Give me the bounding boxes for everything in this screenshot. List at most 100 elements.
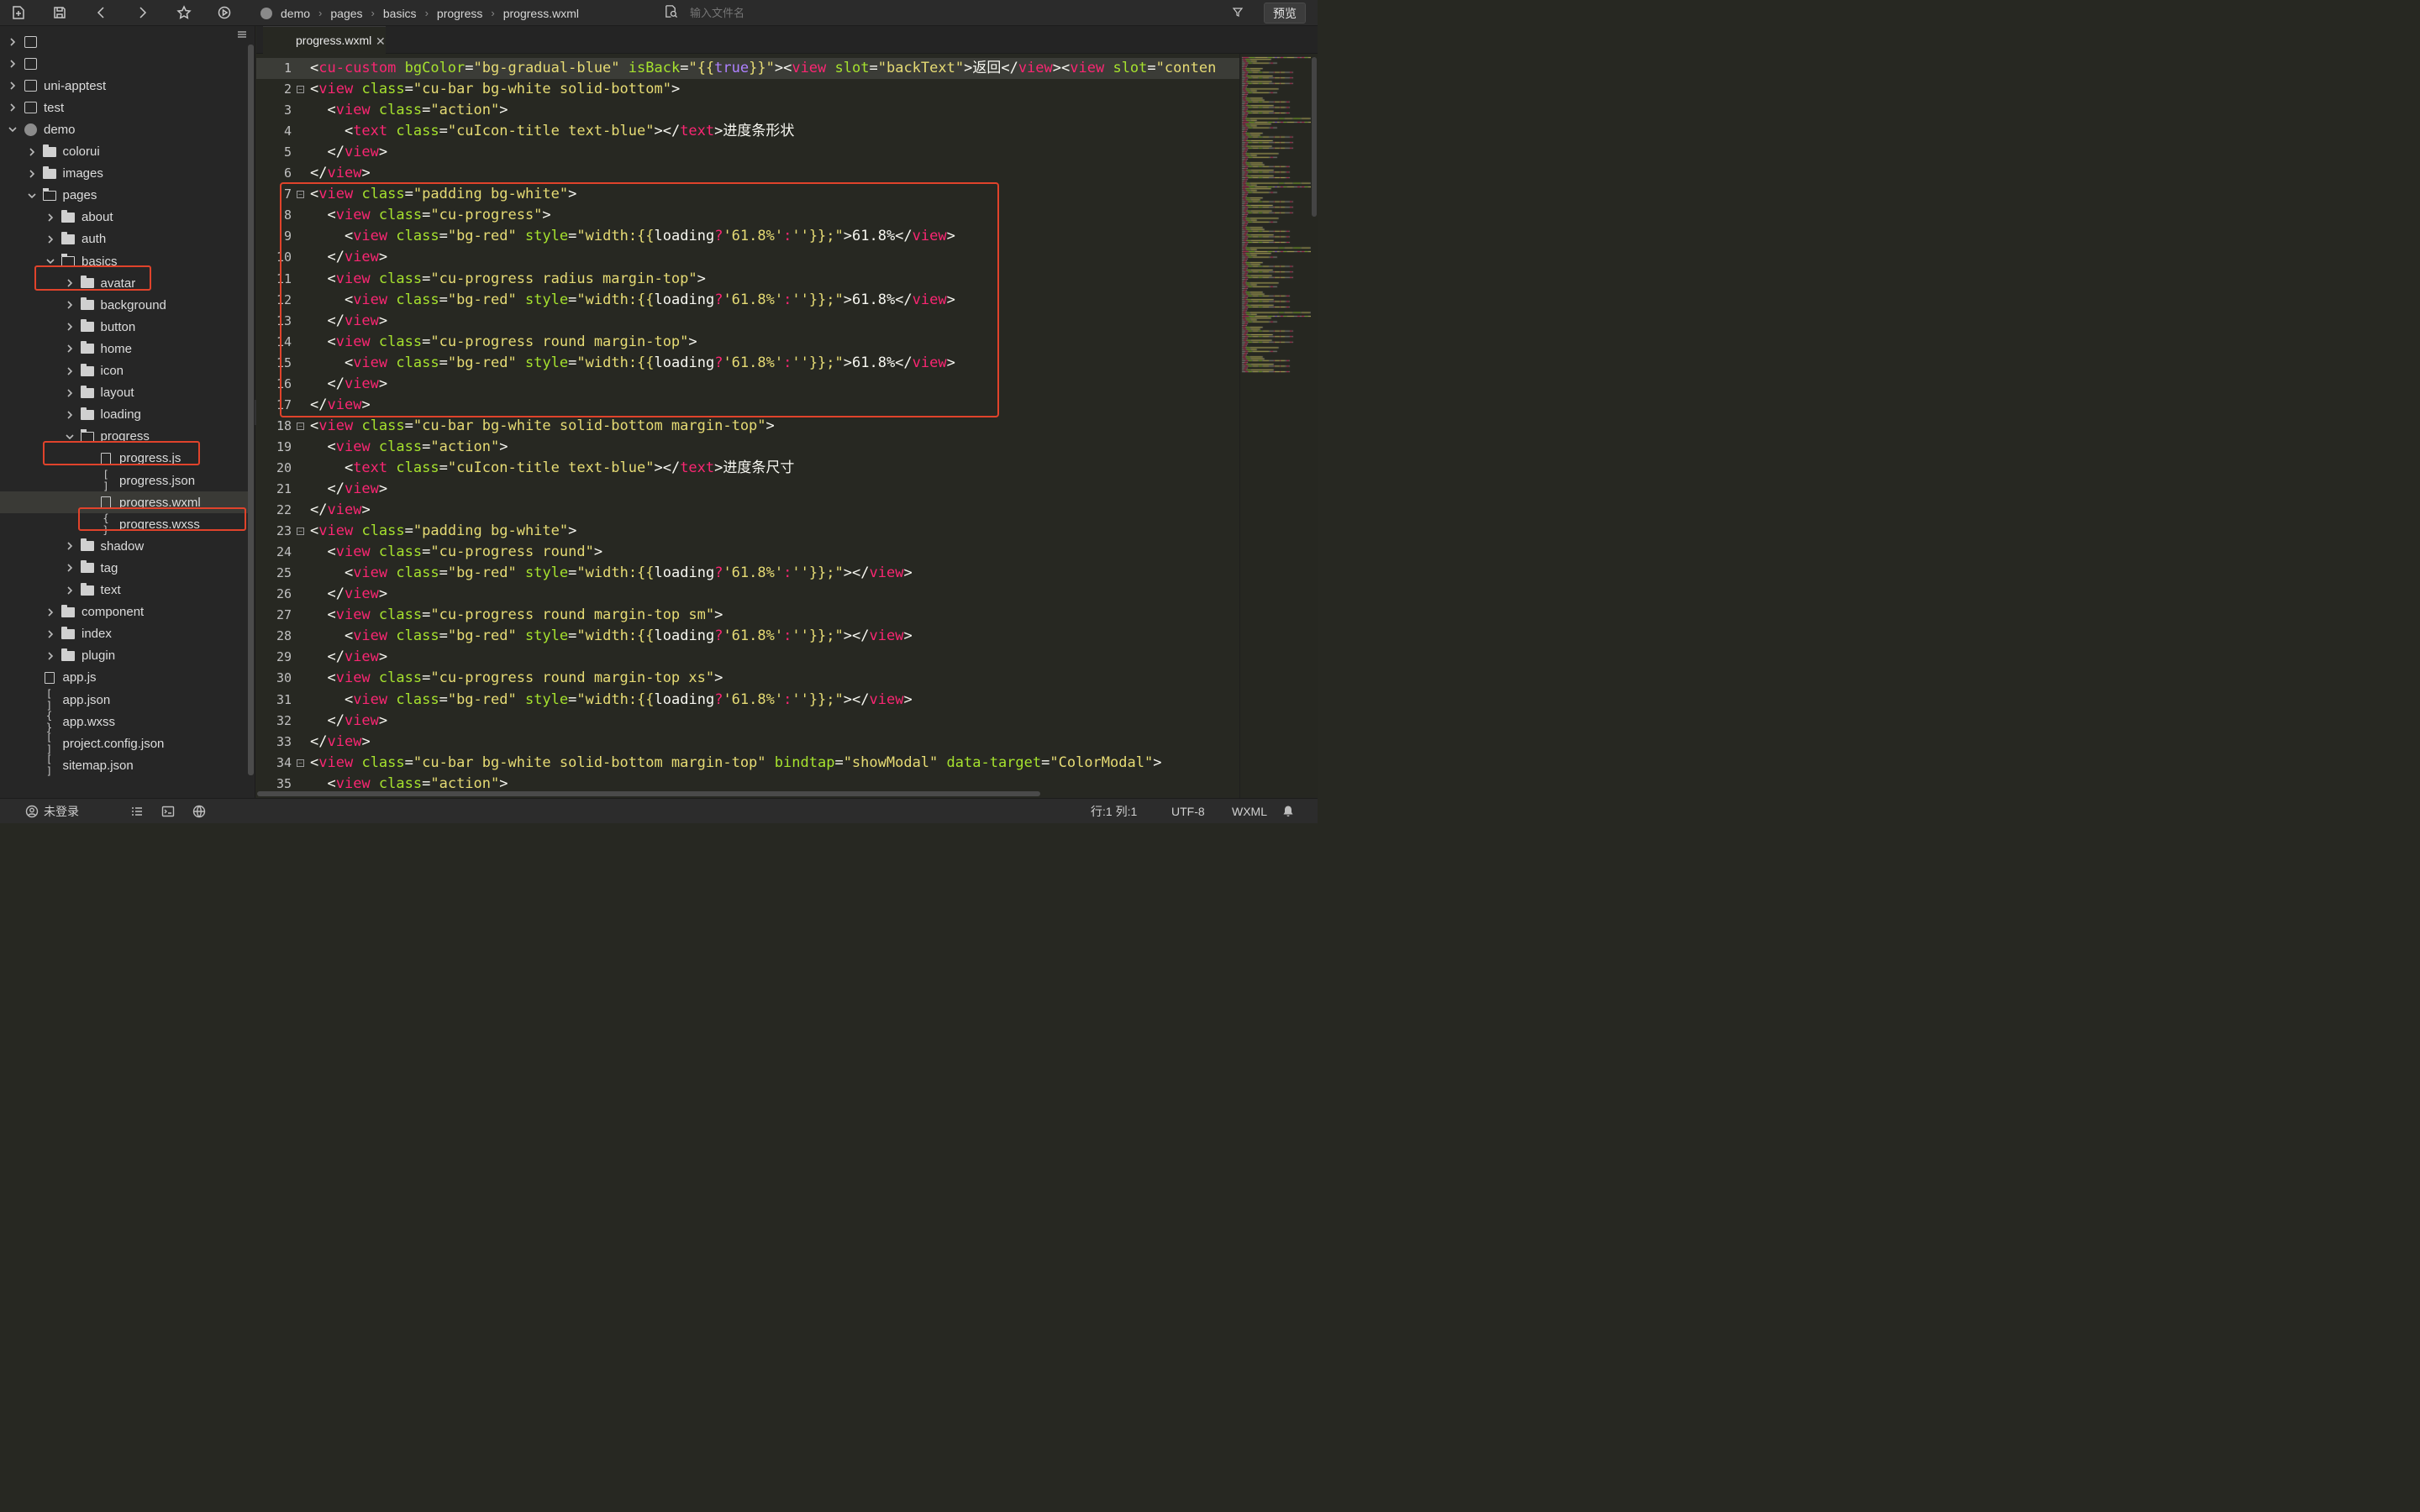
tree-item[interactable]: text xyxy=(0,580,248,601)
tree-item[interactable]: basics xyxy=(0,250,248,272)
tree-item[interactable]: plugin xyxy=(0,645,248,667)
fold-icon[interactable]: − xyxy=(297,759,304,767)
language-selector[interactable]: WXML xyxy=(1232,799,1267,824)
code-line[interactable]: 9 <view class="bg-red" style="width:{{lo… xyxy=(256,226,1239,247)
filter-icon[interactable] xyxy=(1232,6,1244,22)
breadcrumb-file[interactable]: progress.wxml xyxy=(503,7,579,20)
new-file-icon[interactable] xyxy=(9,3,28,22)
minimap[interactable] xyxy=(1239,54,1318,798)
cursor-position[interactable]: 行:1 列:1 xyxy=(1091,799,1137,824)
login-status[interactable]: 未登录 xyxy=(25,799,79,824)
code-line[interactable]: 6 </view> xyxy=(256,163,1239,184)
code-line[interactable]: 22 </view> xyxy=(256,500,1239,521)
breadcrumb-demo[interactable]: demo xyxy=(281,7,310,20)
code-line[interactable]: 8 <view class="cu-progress"> xyxy=(256,205,1239,226)
code-line[interactable]: 25 <view class="bg-red" style="width:{{l… xyxy=(256,563,1239,584)
breadcrumb-basics[interactable]: basics xyxy=(383,7,417,20)
code-line[interactable]: 15 <view class="bg-red" style="width:{{l… xyxy=(256,353,1239,374)
code-line[interactable]: 5 </view> xyxy=(256,142,1239,163)
code-editor[interactable]: 1 <cu-custom bgColor="bg-gradual-blue" is… xyxy=(256,54,1239,793)
tree-item[interactable]: { } app.wxss xyxy=(0,710,248,733)
close-icon[interactable]: ✕ xyxy=(376,34,386,49)
tree-item[interactable]: uni-apptest xyxy=(0,75,248,97)
outline-icon[interactable] xyxy=(130,799,144,824)
code-line[interactable]: 34− <view class="cu-bar bg-white solid-bo… xyxy=(256,753,1239,774)
code-line[interactable]: 26 </view> xyxy=(256,584,1239,605)
tree-item[interactable]: progress xyxy=(0,426,248,448)
editor-scrollbar[interactable] xyxy=(1312,57,1317,217)
code-line[interactable]: 19 <view class="action"> xyxy=(256,437,1239,458)
horizontal-scrollbar[interactable] xyxy=(257,791,1040,796)
preview-button[interactable]: 预览 xyxy=(1264,3,1306,24)
tree-item[interactable]: progress.js xyxy=(0,448,248,470)
tree-item[interactable]: test xyxy=(0,97,248,118)
code-line[interactable]: 11 <view class="cu-progress radius margi… xyxy=(256,269,1239,290)
code-line[interactable]: 24 <view class="cu-progress round"> xyxy=(256,542,1239,563)
code-line[interactable]: 29 </view> xyxy=(256,647,1239,668)
tree-item[interactable]: background xyxy=(0,294,248,316)
code-line[interactable]: 16 </view> xyxy=(256,374,1239,395)
save-icon[interactable] xyxy=(50,3,69,22)
code-line[interactable]: 2− <view class="cu-bar bg-white solid-bot… xyxy=(256,79,1239,100)
tree-item[interactable]: colorui xyxy=(0,141,248,163)
breadcrumb-pages[interactable]: pages xyxy=(330,7,362,20)
tree-item[interactable]: layout xyxy=(0,382,248,404)
sidebar-scrollbar[interactable] xyxy=(248,45,254,775)
encoding-selector[interactable]: UTF-8 xyxy=(1171,799,1205,824)
tree-item[interactable]: icon xyxy=(0,360,248,382)
tree-item[interactable]: [ ] app.json xyxy=(0,688,248,711)
code-line[interactable]: 7− <view class="padding bg-white"> xyxy=(256,184,1239,205)
tree-item[interactable]: app.js xyxy=(0,667,248,689)
tree-item[interactable] xyxy=(0,53,248,75)
breadcrumb-progress[interactable]: progress xyxy=(437,7,482,20)
terminal-icon[interactable] xyxy=(161,799,175,824)
tree-item[interactable]: [ ] project.config.json xyxy=(0,732,248,755)
code-line[interactable]: 35 <view class="action"> xyxy=(256,774,1239,793)
code-line[interactable]: 4 <text class="cuIcon-title text-blue"><… xyxy=(256,121,1239,142)
code-line[interactable]: 27 <view class="cu-progress round margin… xyxy=(256,605,1239,626)
code-line[interactable]: 20 <text class="cuIcon-title text-blue">… xyxy=(256,458,1239,479)
code-line[interactable]: 10 </view> xyxy=(256,247,1239,268)
tree-item[interactable]: [ ] progress.json xyxy=(0,469,248,492)
tree-item[interactable] xyxy=(0,31,248,53)
forward-icon[interactable] xyxy=(133,3,151,22)
tree-item[interactable]: about xyxy=(0,207,248,228)
code-line[interactable]: 13 </view> xyxy=(256,311,1239,332)
code-line[interactable]: 17 </view> xyxy=(256,395,1239,416)
code-line[interactable]: 32 </view> xyxy=(256,711,1239,732)
tree-item[interactable]: avatar xyxy=(0,272,248,294)
run-icon[interactable] xyxy=(215,3,234,22)
tree-item[interactable]: [ ] sitemap.json xyxy=(0,753,248,777)
tree-item[interactable]: auth xyxy=(0,228,248,250)
back-icon[interactable] xyxy=(92,3,111,22)
star-icon[interactable] xyxy=(175,3,193,22)
tree-item[interactable]: home xyxy=(0,338,248,360)
bell-icon[interactable] xyxy=(1281,799,1295,824)
fold-icon[interactable]: − xyxy=(297,191,304,199)
code-line[interactable]: 18− <view class="cu-bar bg-white solid-bo… xyxy=(256,416,1239,437)
tree-item[interactable]: index xyxy=(0,623,248,645)
code-line[interactable]: 30 <view class="cu-progress round margin… xyxy=(256,668,1239,689)
tree-item[interactable]: shadow xyxy=(0,535,248,557)
tree-item[interactable]: button xyxy=(0,316,248,338)
search-input[interactable] xyxy=(690,7,942,19)
tree-item[interactable]: progress.wxml xyxy=(0,491,248,514)
tree-item[interactable]: loading xyxy=(0,404,248,426)
code-line[interactable]: 33 </view> xyxy=(256,732,1239,753)
code-line[interactable]: 3 <view class="action"> xyxy=(256,100,1239,121)
tree-item[interactable]: demo xyxy=(0,118,248,140)
code-line[interactable]: 28 <view class="bg-red" style="width:{{l… xyxy=(256,626,1239,647)
code-line[interactable]: 31 <view class="bg-red" style="width:{{l… xyxy=(256,690,1239,711)
code-line[interactable]: 12 <view class="bg-red" style="width:{{l… xyxy=(256,290,1239,311)
tab-progress-wxml[interactable]: progress.wxml ✕ xyxy=(263,26,386,54)
code-line[interactable]: 21 </view> xyxy=(256,479,1239,500)
tree-item[interactable]: { } progress.wxss xyxy=(0,512,248,536)
network-icon[interactable] xyxy=(192,799,206,824)
tree-item[interactable]: pages xyxy=(0,185,248,207)
fold-icon[interactable]: − xyxy=(297,86,304,94)
fold-icon[interactable]: − xyxy=(297,422,304,430)
fold-icon[interactable]: − xyxy=(297,528,304,536)
tree-item[interactable]: images xyxy=(0,163,248,185)
tree-item[interactable]: tag xyxy=(0,557,248,579)
code-line[interactable]: 14 <view class="cu-progress round margin… xyxy=(256,332,1239,353)
